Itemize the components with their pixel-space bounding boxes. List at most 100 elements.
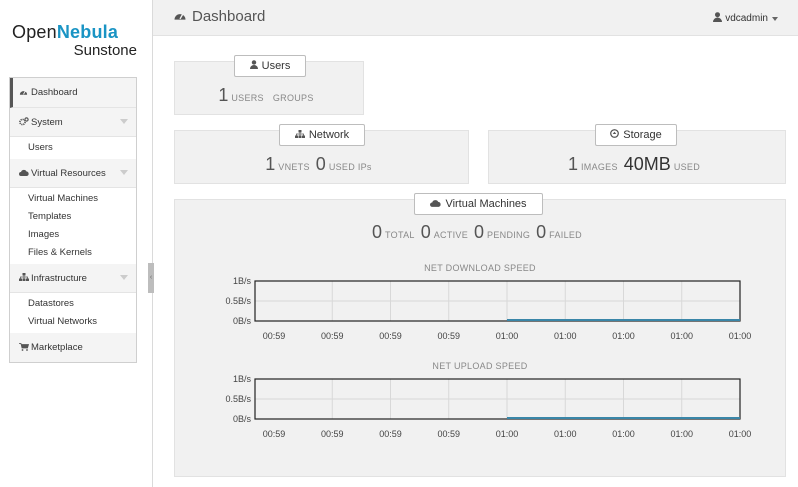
sidebar-item-infrastructure[interactable]: Infrastructure (10, 264, 136, 293)
cloud-icon (19, 168, 29, 178)
net-upload-chart: 1B/s 0.5B/s 0B/s 00:59 00:59 00:59 00:59 01:00 0… (225, 374, 752, 439)
logo[interactable]: OpenNebula Sunstone (12, 22, 138, 59)
used-ips-count: 0 (315, 154, 326, 174)
net-upload-title: NET UPLOAD SPEED (432, 361, 528, 371)
sidebar-item-users[interactable]: Users (10, 139, 136, 157)
chevron-down-icon[interactable] (120, 275, 128, 280)
x-tick-label: 01:00 (554, 429, 577, 439)
top-header: Dashboard vdcadmin (153, 0, 798, 36)
x-tick-label: 01:00 (612, 429, 635, 439)
sidebar-item-virtual-machines[interactable]: Virtual Machines (10, 190, 136, 208)
storage-button-label: Storage (623, 129, 662, 141)
storage-button[interactable]: Storage (595, 124, 677, 146)
x-tick-label: 01:00 (612, 331, 635, 341)
vm-active-count: 0 (420, 222, 431, 242)
user-menu[interactable]: vdcadmin (713, 12, 778, 25)
used-ips-label: USED IPs (328, 162, 372, 172)
virtual-resources-submenu: Virtual Machines Templates Images Files … (10, 188, 136, 264)
y-tick-label: 0.5B/s (225, 296, 251, 306)
y-tick-label: 1B/s (233, 276, 252, 286)
storage-panel: Storage 1 IMAGES 40MB USED (488, 124, 786, 184)
x-tick-label: 01:00 (729, 331, 752, 341)
x-tick-label: 01:00 (670, 429, 693, 439)
cloud-icon (430, 198, 442, 210)
vm-pending-count: 0 (474, 222, 485, 242)
chevron-down-icon[interactable] (120, 119, 128, 124)
virtual-machines-button[interactable]: Virtual Machines (414, 193, 543, 215)
virtual-machines-button-label: Virtual Machines (445, 198, 527, 210)
sidebar: OpenNebula Sunstone Dashboard System Use… (0, 0, 147, 487)
vm-stats: 0 TOTAL 0 ACTIVE 0 PENDING 0 FAILED (175, 222, 785, 243)
system-submenu: Users (10, 137, 136, 159)
vnets-count: 1 (265, 154, 276, 174)
logo-open: Open (12, 22, 57, 42)
sidebar-item-marketplace[interactable]: Marketplace (10, 333, 136, 362)
sitemap-icon (294, 129, 305, 141)
sidebar-item-label: Dashboard (31, 87, 78, 98)
users-button[interactable]: Users (234, 55, 306, 77)
users-count: 1 (218, 85, 229, 105)
infrastructure-submenu: Datastores Virtual Networks (10, 293, 136, 333)
network-panel: Network 1 VNETS 0 USED IPs (174, 124, 469, 184)
x-tick-label: 01:00 (670, 331, 693, 341)
x-tick-label: 01:00 (496, 331, 519, 341)
users-stats: 1 USERS GROUPS (175, 85, 363, 106)
users-button-label: Users (261, 60, 291, 72)
y-tick-label: 0B/s (233, 316, 252, 326)
cart-icon (19, 342, 30, 353)
y-tick-label: 0B/s (233, 414, 252, 424)
user-name: vdcadmin (725, 13, 768, 24)
sidebar-item-images[interactable]: Images (10, 226, 136, 244)
vm-failed-label: FAILED (549, 230, 582, 240)
x-tick-label: 00:59 (321, 331, 344, 341)
sitemap-icon (19, 273, 29, 283)
groups-label: GROUPS (272, 93, 314, 103)
sidebar-item-templates[interactable]: Templates (10, 208, 136, 226)
logo-nebula: Nebula (56, 22, 119, 42)
sidebar-item-virtual-networks[interactable]: Virtual Networks (10, 313, 136, 331)
sidebar-collapse-handle[interactable]: ‹ (148, 263, 154, 293)
sidebar-item-label: Virtual Resources (31, 167, 106, 179)
sidebar-item-files-kernels[interactable]: Files & Kernels (10, 244, 136, 262)
sidebar-item-datastores[interactable]: Datastores (10, 295, 136, 313)
sidebar-item-dashboard[interactable]: Dashboard (10, 78, 136, 108)
x-tick-label: 00:59 (379, 331, 402, 341)
logo-subtitle: Sunstone (73, 42, 137, 59)
vm-pending-label: PENDING (487, 230, 531, 240)
network-stats: 1 VNETS 0 USED IPs (175, 154, 468, 175)
vnets-label: VNETS (278, 162, 310, 172)
used-size: 40MB (623, 154, 671, 174)
net-download-title: NET DOWNLOAD SPEED (424, 263, 536, 273)
images-count: 1 (567, 154, 578, 174)
x-tick-label: 00:59 (437, 331, 460, 341)
chevron-down-icon[interactable] (120, 170, 128, 175)
app-window: OpenNebula Sunstone Dashboard System Use… (0, 0, 798, 487)
x-tick-label: 01:00 (496, 429, 519, 439)
sidebar-item-system[interactable]: System (10, 108, 136, 137)
net-download-chart: 1B/s 0.5B/s 0B/s 00:59 00:59 00:59 00:59 01:00 0… (225, 276, 752, 341)
x-tick-label: 00:59 (379, 429, 402, 439)
vm-active-label: ACTIVE (433, 230, 469, 240)
x-tick-label: 01:00 (729, 429, 752, 439)
sidebar-item-virtual-resources[interactable]: Virtual Resources (10, 159, 136, 188)
sidebar-divider (152, 0, 153, 487)
logo-title: OpenNebula (12, 22, 138, 43)
x-tick-label: 00:59 (263, 331, 286, 341)
sidebar-menu: Dashboard System Users Virtual Resources (9, 77, 137, 363)
x-tick-label: 00:59 (321, 429, 344, 439)
dashboard-icon (173, 8, 187, 25)
storage-stats: 1 IMAGES 40MB USED (489, 154, 785, 175)
gears-icon (19, 116, 29, 128)
used-label: USED (673, 162, 701, 172)
y-tick-label: 1B/s (233, 374, 252, 384)
network-button[interactable]: Network (279, 124, 365, 146)
page-title-text: Dashboard (192, 8, 266, 25)
users-panel: Users 1 USERS GROUPS (174, 55, 364, 115)
sidebar-item-label: Marketplace (31, 342, 83, 353)
circle-arrow-icon (610, 129, 620, 141)
x-tick-label: 01:00 (554, 331, 577, 341)
page-title: Dashboard (173, 8, 265, 25)
vm-panel: Virtual Machines 0 TOTAL 0 ACTIVE 0 PENDING 0 F… (174, 193, 786, 477)
user-icon (713, 12, 723, 25)
vm-total-count: 0 (372, 222, 383, 242)
